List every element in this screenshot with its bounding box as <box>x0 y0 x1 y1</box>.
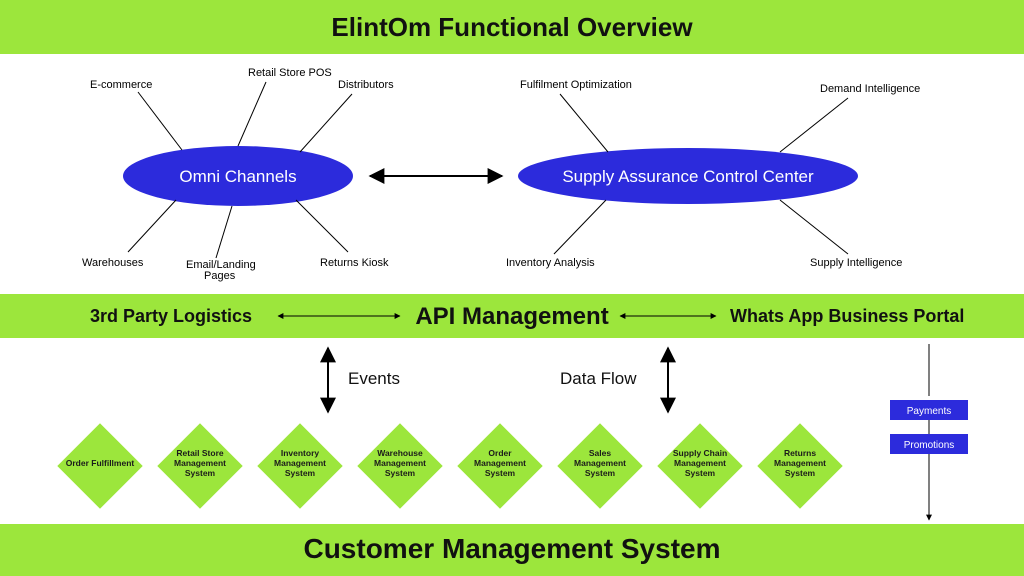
spoke-supply-intel: Supply Intelligence <box>810 257 902 269</box>
api-right-label: Whats App Business Portal <box>730 306 964 326</box>
spoke-demand-intel: Demand Intelligence <box>820 83 920 95</box>
omni-channels-label: Omni Channels <box>179 167 296 186</box>
cms-title: Customer Management System <box>303 533 720 564</box>
api-left-label: 3rd Party Logistics <box>90 306 252 326</box>
payments-label: Payments <box>907 406 951 417</box>
omni-channels-cluster: Omni Channels E-commerce Retail Store PO… <box>82 67 394 282</box>
spoke-warehouses: Warehouses <box>82 257 144 269</box>
page-title: ElintOm Functional Overview <box>331 12 693 42</box>
system-label: Order Fulfillment <box>66 458 135 468</box>
spoke-retail-pos: Retail Store POS <box>248 67 332 79</box>
sacc-label: Supply Assurance Control Center <box>562 167 814 186</box>
events-label: Events <box>348 369 400 388</box>
spoke-email-landing: Email/LandingPages <box>186 259 256 282</box>
spoke-inventory-analysis: Inventory Analysis <box>506 257 595 269</box>
spoke-ecommerce: E-commerce <box>90 79 152 91</box>
spoke-distributors: Distributors <box>338 79 394 91</box>
systems-row: Order FulfillmentRetail StoreManagementS… <box>58 424 842 508</box>
spoke-returns-kiosk: Returns Kiosk <box>320 257 389 269</box>
promotions-label: Promotions <box>904 440 955 451</box>
api-center-label: API Management <box>415 303 608 330</box>
sacc-cluster: Supply Assurance Control Center Fulfilme… <box>506 79 920 269</box>
spoke-fulfilment-opt: Fulfilment Optimization <box>520 79 632 91</box>
dataflow-label: Data Flow <box>560 369 637 388</box>
